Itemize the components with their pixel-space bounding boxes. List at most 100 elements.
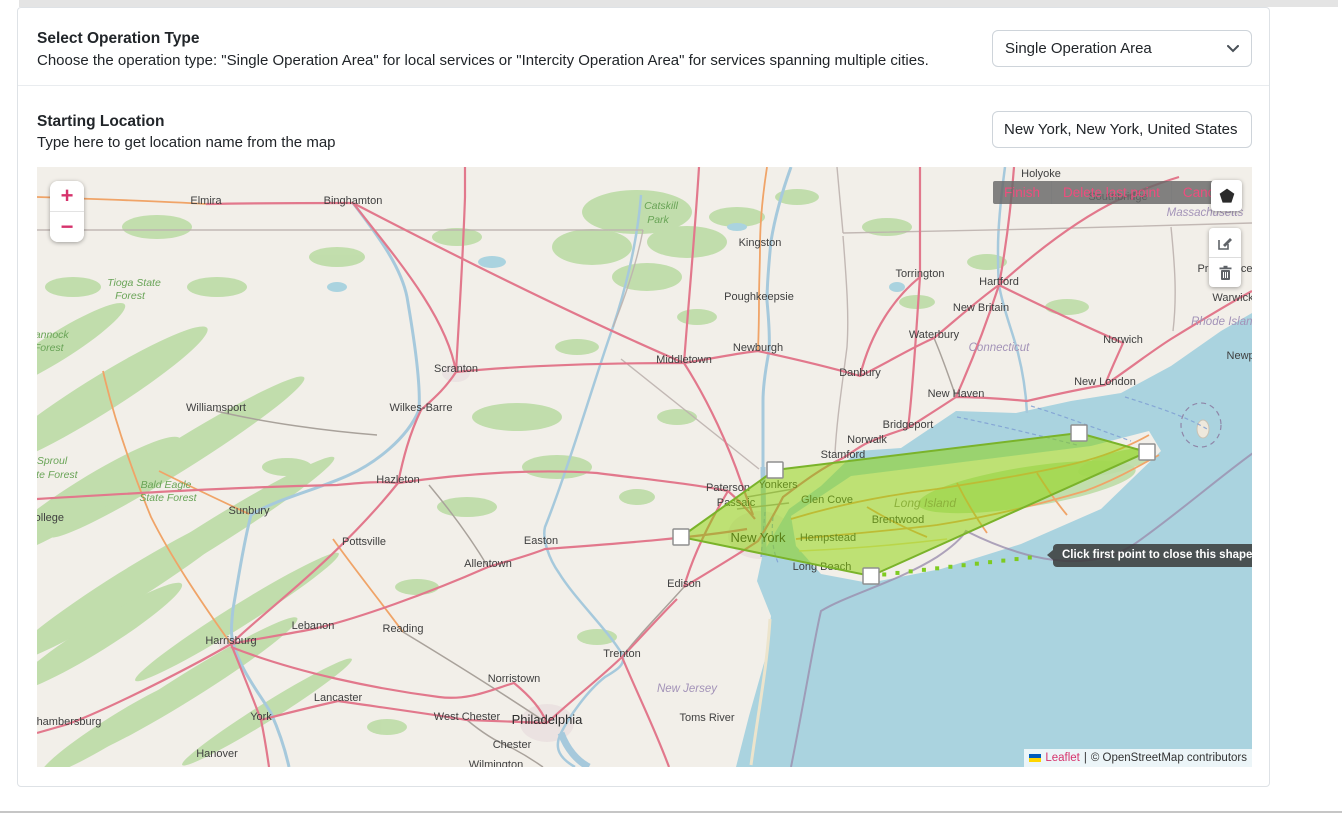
map-label: Reading: [383, 623, 424, 635]
attribution-separator: |: [1084, 749, 1087, 767]
map-label: Norwalk: [847, 434, 887, 446]
map-label: Easton: [524, 535, 558, 547]
guide-dot: [1001, 559, 1005, 563]
map-label: New Jersey: [657, 683, 718, 695]
guide-dot: [922, 568, 926, 572]
map-label: Wilmington: [469, 759, 523, 767]
guide-dot: [1015, 557, 1019, 561]
vertex-marker[interactable]: [673, 529, 689, 545]
vertex-marker[interactable]: [863, 568, 879, 584]
map-label: Torrington: [896, 268, 945, 280]
map-label: Rhode Island: [1191, 316, 1252, 328]
map-label: Hazleton: [376, 474, 419, 486]
top-divider-strip: [19, 0, 1338, 7]
map-label: Poughkeepsie: [724, 291, 794, 303]
zoom-control: + −: [50, 181, 84, 242]
map-label: Binghamton: [324, 195, 383, 207]
guide-dot: [882, 572, 886, 576]
ukraine-flag-icon: [1029, 754, 1041, 762]
map-label: Norristown: [488, 673, 541, 685]
guide-dot: [988, 560, 992, 564]
map-label: Allentown: [464, 558, 512, 570]
finish-button[interactable]: Finish: [993, 181, 1052, 204]
operation-type-label: Select Operation Type: [37, 30, 200, 48]
map-attribution: Leaflet | © OpenStreetMap contributors: [1024, 749, 1252, 767]
map-label: Bridgeport: [883, 419, 934, 431]
guide-dot: [909, 569, 913, 573]
edit-pencil-icon: [1217, 235, 1233, 251]
map-label: Toms River: [679, 712, 734, 724]
zoom-in-button[interactable]: +: [50, 181, 84, 212]
map-label: New Haven: [928, 388, 985, 400]
map-label: Lancaster: [314, 692, 363, 704]
page-bottom-rule: [0, 811, 1342, 813]
map-label: Lebanon: [292, 620, 335, 632]
map-label: Danbury: [839, 367, 881, 379]
draw-tooltip: Click first point to close this shape.: [1053, 544, 1252, 567]
map-label: Newport: [1227, 350, 1252, 362]
map-label: State Forest: [37, 342, 65, 354]
vertex-marker[interactable]: [1139, 444, 1155, 460]
map-label: Pottsville: [342, 536, 386, 548]
delete-last-point-button[interactable]: Delete last point: [1052, 181, 1172, 204]
map-label: Sunbury: [229, 505, 270, 517]
map-label: State Forest: [37, 469, 79, 481]
zoom-out-button[interactable]: −: [50, 212, 84, 242]
draw-action-bar: Finish Delete last point Cancel: [993, 181, 1236, 204]
vertex-marker[interactable]: [1071, 425, 1087, 441]
map-label: Susquehannock: [37, 329, 69, 341]
map-label: New London: [1074, 376, 1136, 388]
map-label: Edison: [667, 578, 701, 590]
map-label: Holyoke: [1021, 168, 1061, 180]
map-label: Chambersburg: [37, 716, 101, 728]
leaflet-link[interactable]: Leaflet: [1045, 749, 1080, 767]
map-label: Bald Eagle: [141, 479, 192, 491]
map-label: Harrisburg: [205, 635, 256, 647]
map-label: Connecticut: [969, 342, 1031, 354]
map-label: Norwich: [1103, 334, 1143, 346]
map-label: Warwick: [1212, 292, 1252, 304]
guide-dot: [895, 571, 899, 575]
starting-location-input[interactable]: [992, 111, 1252, 148]
guide-dot: [975, 562, 979, 566]
basemap: ElmiraBinghamtonHolyokeSouthbridgeMassac…: [37, 167, 1252, 767]
osm-attribution: © OpenStreetMap contributors: [1091, 749, 1247, 767]
map-label: Trenton: [603, 648, 641, 660]
map-label: Wilkes-Barre: [390, 402, 453, 414]
map-label: Kingston: [739, 237, 782, 249]
guide-dot: [1028, 556, 1032, 560]
map-label: Scranton: [434, 363, 478, 375]
edit-tools-group: [1209, 228, 1241, 287]
edit-layers-button[interactable]: [1209, 228, 1241, 258]
map-label: State Forest: [139, 492, 197, 504]
operation-type-select[interactable]: Single Operation Area: [992, 30, 1252, 67]
starting-location-description: Type here to get location name from the …: [37, 134, 336, 151]
map-label: Catskill: [644, 200, 679, 212]
map-label: Middletown: [656, 354, 712, 366]
map[interactable]: ElmiraBinghamtonHolyokeSouthbridgeMassac…: [37, 167, 1252, 767]
map-label: Waterbury: [909, 329, 960, 341]
map-label: Elmira: [190, 195, 222, 207]
vertex-marker[interactable]: [767, 462, 783, 478]
polygon-tool-button[interactable]: [1211, 180, 1242, 211]
map-label: Hartford: [979, 276, 1019, 288]
delete-layers-button[interactable]: [1209, 258, 1241, 287]
map-label: Sproul: [37, 455, 68, 467]
map-label: Williamsport: [186, 402, 246, 414]
pentagon-icon: [1216, 185, 1238, 207]
map-label: York: [250, 711, 272, 723]
chevron-down-icon: [1227, 45, 1239, 53]
map-label: New Britain: [953, 302, 1009, 314]
starting-location-label: Starting Location: [37, 113, 164, 131]
operation-type-description: Choose the operation type: "Single Opera…: [37, 52, 929, 69]
guide-dot: [935, 566, 939, 570]
map-label: Chester: [493, 739, 532, 751]
map-label: Hanover: [196, 748, 238, 760]
map-label: Park: [647, 214, 669, 226]
map-label: Newburgh: [733, 342, 783, 354]
guide-dot: [962, 563, 966, 567]
guide-dot: [948, 565, 952, 569]
section-divider: [18, 85, 1269, 86]
map-label: Philadelphia: [512, 712, 584, 727]
operation-area-card: Select Operation Type Choose the operati…: [17, 7, 1270, 787]
